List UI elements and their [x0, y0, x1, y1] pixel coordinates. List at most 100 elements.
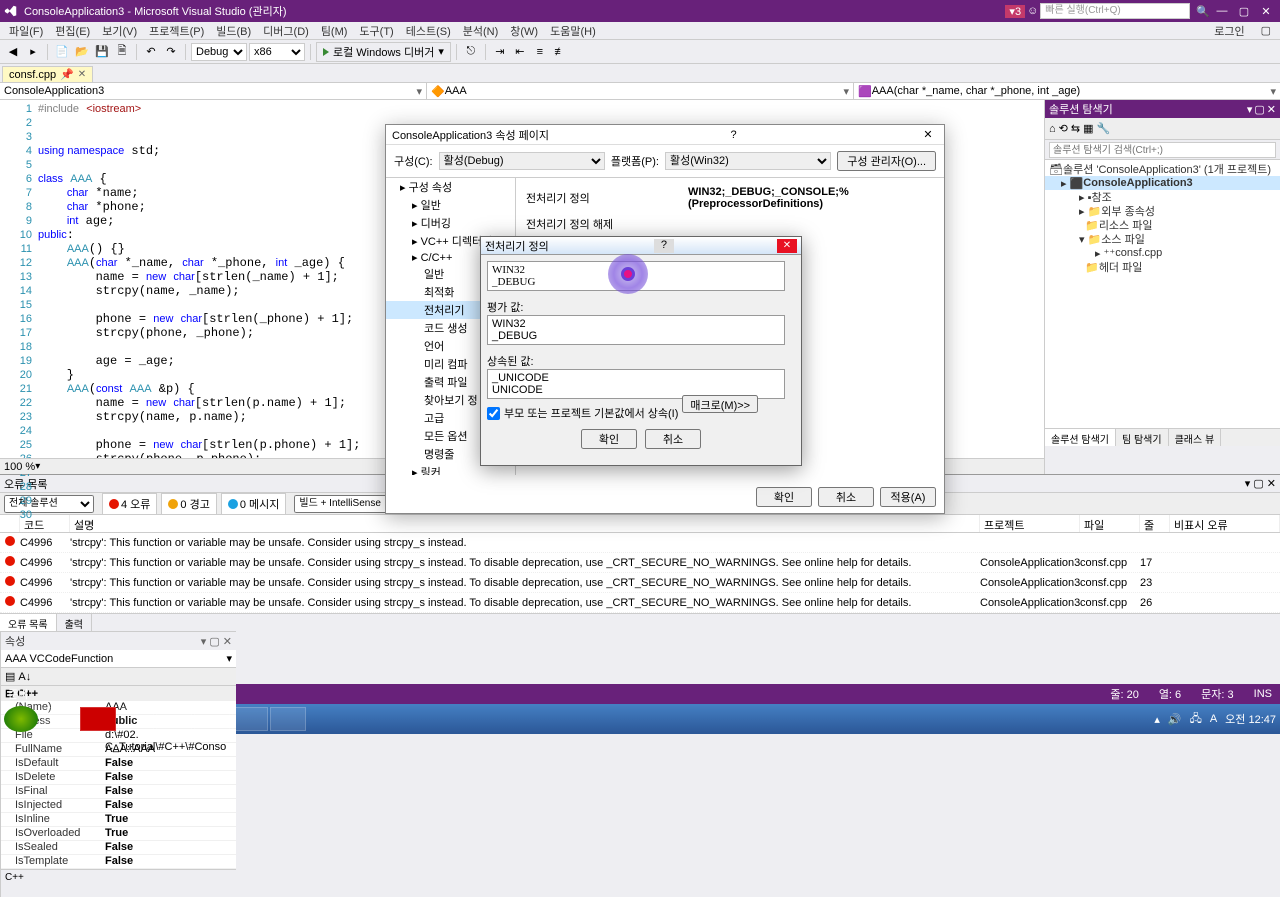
login-link[interactable]: 로그인: [1208, 21, 1250, 41]
prop-row[interactable]: IsFinalFalse: [1, 785, 236, 799]
inherit-checkbox[interactable]: [487, 407, 500, 420]
menu-view[interactable]: 보기(V): [96, 21, 143, 41]
prop-grid-row[interactable]: 전처리기 정의 해제: [522, 214, 938, 234]
login-avatar-icon[interactable]: ▢: [1255, 22, 1277, 39]
tray-volume-icon[interactable]: 🔊: [1168, 713, 1182, 726]
prop-row[interactable]: IsDeleteFalse: [1, 771, 236, 785]
menu-tools[interactable]: 도구(T): [353, 21, 399, 41]
categorize-icon[interactable]: ▤: [5, 670, 15, 683]
tray-network-icon[interactable]: 🖧: [1190, 710, 1202, 729]
modal-cancel-button[interactable]: 취소: [818, 487, 874, 507]
definitions-editbox[interactable]: WIN32 _DEBUG: [487, 261, 785, 291]
file-tab[interactable]: consf.cpp 📌 ✕: [2, 66, 93, 82]
config-manager-button[interactable]: 구성 관리자(O)...: [837, 151, 936, 171]
minimize-button[interactable]: ―: [1212, 4, 1232, 18]
redo-button[interactable]: ↷: [162, 43, 180, 61]
prop-row[interactable]: IsDefaultFalse: [1, 757, 236, 771]
task-record[interactable]: [80, 707, 116, 731]
feedback-icon[interactable]: ☺: [1027, 5, 1038, 17]
ext-node[interactable]: ▸ 📁 외부 종속성: [1045, 204, 1280, 218]
menu-file[interactable]: 파일(F): [3, 21, 49, 41]
prop-row[interactable]: IsInlineTrue: [1, 813, 236, 827]
project-node[interactable]: ▸ ⬛ ConsoleApplication3: [1045, 176, 1280, 190]
tree-node[interactable]: ▸ 디버깅: [386, 214, 515, 232]
prop-row[interactable]: FullNameAAA::AAA: [1, 743, 236, 757]
tree-node[interactable]: ▸ 일반: [386, 196, 515, 214]
quick-launch-input[interactable]: 빠른 실행(Ctrl+Q): [1040, 3, 1190, 19]
macros-button[interactable]: 매크로(M)>>: [682, 395, 758, 413]
tray-lang-icon[interactable]: A: [1210, 713, 1217, 725]
menu-debug[interactable]: 디버그(D): [257, 21, 315, 41]
tree-node[interactable]: ▸ 구성 속성: [386, 178, 515, 196]
modal-apply-button[interactable]: 적용(A): [880, 487, 936, 507]
save-all-button[interactable]: 🗎: [113, 43, 131, 61]
search-icon[interactable]: 🔍: [1196, 5, 1210, 18]
prop-row[interactable]: IsOverloadedTrue: [1, 827, 236, 841]
menu-analyze[interactable]: 분석(N): [457, 21, 505, 41]
maximize-button[interactable]: ▢: [1234, 4, 1254, 18]
menu-build[interactable]: 빌드(B): [210, 21, 257, 41]
task-chrome[interactable]: [232, 707, 268, 731]
close-button[interactable]: ✕: [1256, 4, 1276, 18]
zoom-level[interactable]: 100 %: [4, 461, 35, 473]
error-row[interactable]: C4996'strcpy': This function or variable…: [0, 533, 1280, 553]
tab-close-icon[interactable]: ✕: [78, 69, 86, 80]
open-button[interactable]: 📂: [73, 43, 91, 61]
indent-button[interactable]: ⇥: [491, 43, 509, 61]
nav-scope[interactable]: ConsoleApplication3▾: [0, 83, 427, 99]
home-icon[interactable]: ⌂: [1049, 123, 1056, 135]
panel-close-icon[interactable]: ✕: [1267, 103, 1276, 116]
subdialog-close-icon[interactable]: ✕: [777, 239, 797, 253]
prop-row[interactable]: Filed:\#02. C_Tutorial\#C++\#Conso: [1, 729, 236, 743]
menu-test[interactable]: 테스트(S): [400, 21, 457, 41]
showall-icon[interactable]: ▦: [1083, 122, 1093, 135]
subdialog-help-icon[interactable]: ?: [654, 239, 674, 253]
platform-select[interactable]: x86: [249, 43, 305, 61]
prop-row[interactable]: IsInjectedFalse: [1, 799, 236, 813]
solution-tree[interactable]: 🗃 솔루션 'ConsoleApplication3' (1개 프로젝트) ▸ …: [1045, 160, 1280, 428]
modal-ok-button[interactable]: 확인: [756, 487, 812, 507]
new-project-button[interactable]: 📄: [53, 43, 71, 61]
task-folder[interactable]: [156, 707, 192, 731]
system-tray[interactable]: ▴ 🔊 🖧 A 오전 12:47: [1154, 710, 1276, 729]
config-select[interactable]: Debug: [191, 43, 247, 61]
panel-menu-icon[interactable]: ▾: [1247, 103, 1253, 116]
platform-combo[interactable]: 활성(Win32): [665, 152, 831, 170]
res-node[interactable]: 📁 리소스 파일: [1045, 218, 1280, 232]
tab-errorlist[interactable]: 오류 목록: [0, 614, 57, 631]
prop-row[interactable]: IsTemplateFalse: [1, 855, 236, 869]
filter-errors[interactable]: 4 오류: [102, 493, 157, 515]
tab-team[interactable]: 팀 탐색기: [1116, 429, 1169, 446]
hdr-node[interactable]: 📁 헤더 파일: [1045, 260, 1280, 274]
dialog-close-icon[interactable]: ✕: [918, 128, 938, 141]
uncomment-button[interactable]: ≢: [551, 43, 569, 61]
menu-project[interactable]: 프로젝트(P): [143, 21, 210, 41]
nav-back-button[interactable]: ◀: [4, 43, 22, 61]
menu-window[interactable]: 창(W): [504, 21, 544, 41]
outdent-button[interactable]: ⇤: [511, 43, 529, 61]
filter-messages[interactable]: 0 메시지: [221, 493, 287, 515]
tab-solution[interactable]: 솔루션 탐색기: [1045, 429, 1116, 446]
error-row[interactable]: C4996'strcpy': This function or variable…: [0, 593, 1280, 613]
task-ie[interactable]: [118, 707, 154, 731]
nav-class[interactable]: 🔶 AAA▾: [427, 83, 854, 99]
undo-button[interactable]: ↶: [142, 43, 160, 61]
error-row[interactable]: C4996'strcpy': This function or variable…: [0, 573, 1280, 593]
tab-output[interactable]: 출력: [57, 614, 92, 631]
errorlist-body[interactable]: C4996'strcpy': This function or variable…: [0, 533, 1280, 613]
notification-badge[interactable]: ▾3: [1005, 5, 1025, 18]
task-vs[interactable]: [194, 707, 230, 731]
sync-icon[interactable]: ⇆: [1071, 122, 1080, 135]
src-file[interactable]: ▸ ⁺⁺ consf.cpp: [1045, 246, 1280, 260]
props-category[interactable]: ⊟ C++: [1, 686, 236, 701]
task-explorer[interactable]: [42, 707, 78, 731]
dialog-help-icon[interactable]: ?: [724, 129, 744, 141]
comment-button[interactable]: ≡: [531, 43, 549, 61]
start-debug-button[interactable]: 로컬 Windows 디버거 ▾: [316, 42, 451, 62]
menu-help[interactable]: 도움말(H): [544, 21, 602, 41]
start-button[interactable]: [4, 706, 38, 732]
menu-team[interactable]: 팀(M): [315, 21, 354, 41]
src-node[interactable]: ▾ 📁 소스 파일: [1045, 232, 1280, 246]
tray-time[interactable]: 오전 12:47: [1225, 711, 1276, 727]
subdialog-cancel-button[interactable]: 취소: [645, 429, 701, 449]
